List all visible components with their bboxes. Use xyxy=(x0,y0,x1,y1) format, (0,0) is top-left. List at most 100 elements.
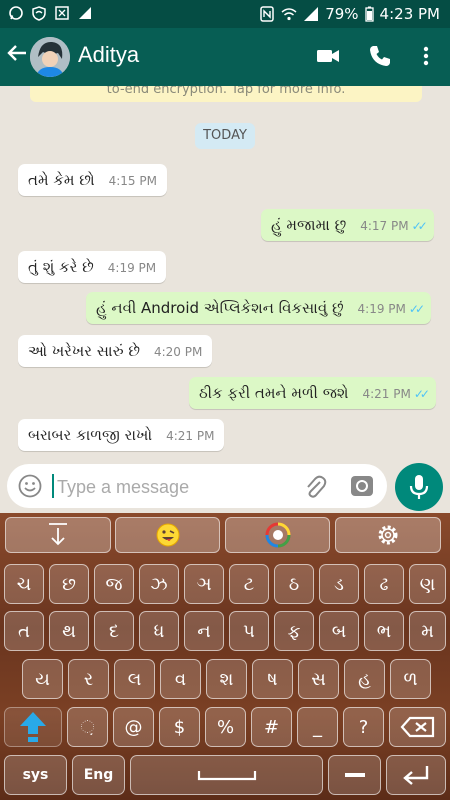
key[interactable]: ઼ xyxy=(67,707,108,747)
nfc-icon xyxy=(260,6,274,22)
message-time: 4:15 PM xyxy=(108,174,157,188)
space-key[interactable] xyxy=(130,755,323,795)
wifi-shield-icon xyxy=(32,6,46,21)
read-ticks-icon: ✓✓ xyxy=(408,302,425,316)
mic-icon xyxy=(409,475,429,499)
message-bubble-out[interactable]: હું મજામા છુ 4:17 PM ✓✓ xyxy=(261,209,434,241)
message-input-box[interactable] xyxy=(7,464,387,508)
key[interactable]: ય xyxy=(22,659,63,699)
key[interactable]: વ xyxy=(160,659,201,699)
key[interactable]: ર xyxy=(68,659,109,699)
key[interactable]: ઢ xyxy=(364,564,404,604)
key[interactable]: દ xyxy=(94,611,134,651)
more-options-icon[interactable] xyxy=(412,42,440,70)
key[interactable]: ન xyxy=(184,611,224,651)
message-time: 4:21 PM xyxy=(166,429,215,443)
key[interactable]: ળ xyxy=(390,659,431,699)
key[interactable]: ણ xyxy=(409,564,446,604)
key[interactable]: છ xyxy=(49,564,89,604)
message-composer xyxy=(0,461,450,513)
message-time: 4:19 PM xyxy=(357,302,406,316)
key[interactable]: ષ xyxy=(252,659,293,699)
key[interactable]: લ xyxy=(114,659,155,699)
key[interactable]: પ xyxy=(229,611,269,651)
message-bubble-out[interactable]: ઠીક ફરી તમને મળી જશે 4:21 PM ✓✓ xyxy=(189,377,436,409)
message-text: ઠીક ફરી તમને મળી જશે xyxy=(199,384,349,402)
keyboard-toolbar xyxy=(0,513,450,559)
emoji-face-icon xyxy=(156,523,179,547)
message-text: બરાબર કાળજી રાખો xyxy=(28,426,153,444)
backspace-icon xyxy=(400,716,434,738)
key[interactable]: હ xyxy=(344,659,385,699)
key[interactable]: $ xyxy=(159,707,200,747)
date-divider: TODAY xyxy=(195,123,255,149)
back-arrow-icon[interactable] xyxy=(6,42,28,70)
emoji-keyboard-button[interactable] xyxy=(115,517,220,553)
hyphen-key[interactable] xyxy=(328,755,381,795)
key[interactable]: ડ xyxy=(319,564,359,604)
attach-paperclip-icon[interactable] xyxy=(302,472,328,500)
key[interactable]: ઞ xyxy=(184,564,224,604)
key[interactable]: ભ xyxy=(364,611,404,651)
gear-icon xyxy=(378,525,398,545)
hyphen-icon xyxy=(344,773,365,777)
signal-icon xyxy=(304,7,319,21)
key[interactable]: % xyxy=(205,707,246,747)
theme-button[interactable] xyxy=(225,517,330,553)
message-time: 4:21 PM xyxy=(362,387,411,401)
key[interactable]: ફ xyxy=(274,611,314,651)
enter-key[interactable] xyxy=(386,755,446,795)
backspace-key[interactable] xyxy=(389,707,446,747)
camera-icon[interactable] xyxy=(348,472,376,500)
key[interactable]: બ xyxy=(319,611,359,651)
key[interactable]: @ xyxy=(113,707,154,747)
key[interactable]: મ xyxy=(409,611,446,651)
message-bubble-in[interactable]: ઓ ખરેખર સારું છે 4:20 PM xyxy=(18,335,213,367)
message-bubble-in[interactable]: તમે કેમ છો 4:15 PM xyxy=(18,164,167,196)
key[interactable]: # xyxy=(251,707,292,747)
contact-name[interactable]: Aditya xyxy=(78,42,139,68)
symbols-key[interactable]: sys xyxy=(4,755,67,795)
read-ticks-icon: ✓✓ xyxy=(411,219,428,233)
key[interactable]: જ xyxy=(94,564,134,604)
video-call-icon[interactable] xyxy=(314,42,342,70)
settings-button[interactable] xyxy=(335,517,441,553)
message-input[interactable] xyxy=(55,472,299,502)
key[interactable]: થ xyxy=(49,611,89,651)
message-bubble-out[interactable]: હું નવી Android એપ્લિકેશન વિકસાવું છું 4:… xyxy=(86,292,432,324)
space-bar-icon xyxy=(197,771,256,781)
keyboard: ચ છ જ ઝ ઞ ટ ઠ ડ ઢ ણ ત થ દ ધ ન પ ફ બ ભ મ … xyxy=(0,513,450,800)
key[interactable]: ઠ xyxy=(274,564,314,604)
language-key[interactable]: Eng xyxy=(72,755,125,795)
message-bubble-in[interactable]: તું શું કરે છે 4:19 PM xyxy=(18,251,167,283)
key[interactable]: ? xyxy=(343,707,384,747)
color-palette-icon xyxy=(265,522,290,548)
message-bubble-in[interactable]: બરાબર કાળજી રાખો 4:21 PM xyxy=(18,419,225,451)
chat-area[interactable]: to-end encryption. Tap for more info. TO… xyxy=(0,86,450,461)
contact-avatar[interactable] xyxy=(30,37,70,77)
whatsapp-notification-icon xyxy=(9,6,23,20)
key[interactable]: ચ xyxy=(4,564,44,604)
key[interactable]: ઝ xyxy=(139,564,179,604)
hide-keyboard-button[interactable] xyxy=(5,517,111,553)
key[interactable]: ટ xyxy=(229,564,269,604)
encryption-notice[interactable]: to-end encryption. Tap for more info. xyxy=(30,86,422,102)
status-bar: 79% 4:23 PM xyxy=(0,0,450,28)
key[interactable]: સ xyxy=(298,659,339,699)
message-text: ઓ ખરેખર સારું છે xyxy=(28,342,140,360)
clock: 4:23 PM xyxy=(379,5,440,23)
key[interactable]: ત xyxy=(4,611,44,651)
message-time: 4:17 PM xyxy=(360,219,409,233)
shift-key[interactable] xyxy=(4,707,62,747)
message-text: હું મજામા છુ xyxy=(271,216,347,234)
mic-button[interactable] xyxy=(395,463,443,511)
key[interactable]: ધ xyxy=(139,611,179,651)
key[interactable]: શ xyxy=(206,659,247,699)
battery-percent: 79% xyxy=(325,5,359,23)
enter-arrow-icon xyxy=(403,766,429,785)
arrow-down-icon xyxy=(49,523,67,546)
emoji-icon[interactable] xyxy=(17,473,43,499)
key[interactable]: _ xyxy=(297,707,338,747)
message-text: તમે કેમ છો xyxy=(28,171,95,189)
voice-call-icon[interactable] xyxy=(366,42,394,70)
